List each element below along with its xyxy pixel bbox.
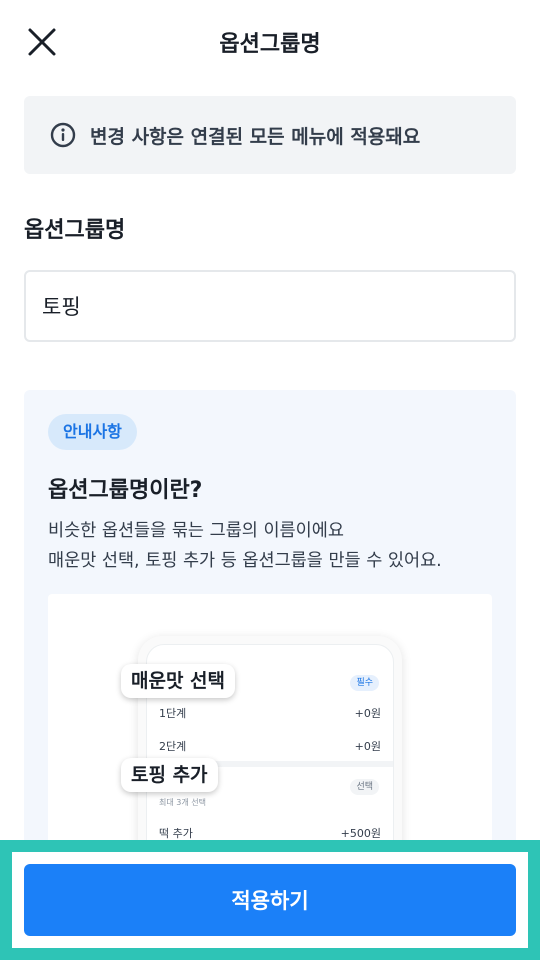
page-title: 옵션그룹명	[219, 32, 321, 57]
guide-title: 옵션그룹명이란?	[48, 478, 203, 503]
option-price: +0원	[354, 707, 381, 720]
info-banner: 변경 사항은 연결된 모든 메뉴에 적용돼요	[24, 96, 516, 174]
guide-description: 비슷한 옵션들을 묶는 그룹의 이름이에요 매운맛 선택, 토핑 추가 등 옵션…	[48, 516, 442, 576]
option-name: 2단계	[159, 740, 187, 753]
guide-description-line: 비슷한 옵션들을 묶는 그룹의 이름이에요	[48, 521, 344, 541]
option-name: 1단계	[159, 707, 187, 720]
option-group-name-input[interactable]	[24, 270, 516, 342]
option-price: +0원	[354, 740, 381, 753]
list-item: 떡 추가 +500원	[159, 825, 381, 841]
option-price: +500원	[340, 827, 381, 840]
list-item: 1단계 +0원	[159, 705, 381, 721]
max-select-note: 최대 3개 선택	[159, 798, 206, 807]
option-group-name-label: 옵션그룹명	[24, 218, 126, 243]
list-item: 2단계 +0원	[159, 738, 381, 754]
apply-button[interactable]: 적용하기	[24, 864, 516, 936]
top-app-bar: 옵션그룹명	[0, 0, 540, 84]
callout-spicy-level: 매운맛 선택	[121, 664, 236, 698]
option-name: 떡 추가	[159, 827, 193, 840]
info-icon	[50, 122, 76, 148]
guide-description-line: 매운맛 선택, 토핑 추가 등 옵션그룹을 만들 수 있어요.	[48, 551, 442, 571]
callout-topping: 토핑 추가	[121, 758, 218, 792]
optional-badge: 선택	[350, 779, 379, 795]
required-badge: 필수	[350, 675, 379, 691]
info-banner-text: 변경 사항은 연결된 모든 메뉴에 적용돼요	[90, 125, 421, 148]
guide-badge: 안내사항	[48, 414, 137, 450]
bottom-action-bar: 적용하기	[0, 840, 540, 960]
